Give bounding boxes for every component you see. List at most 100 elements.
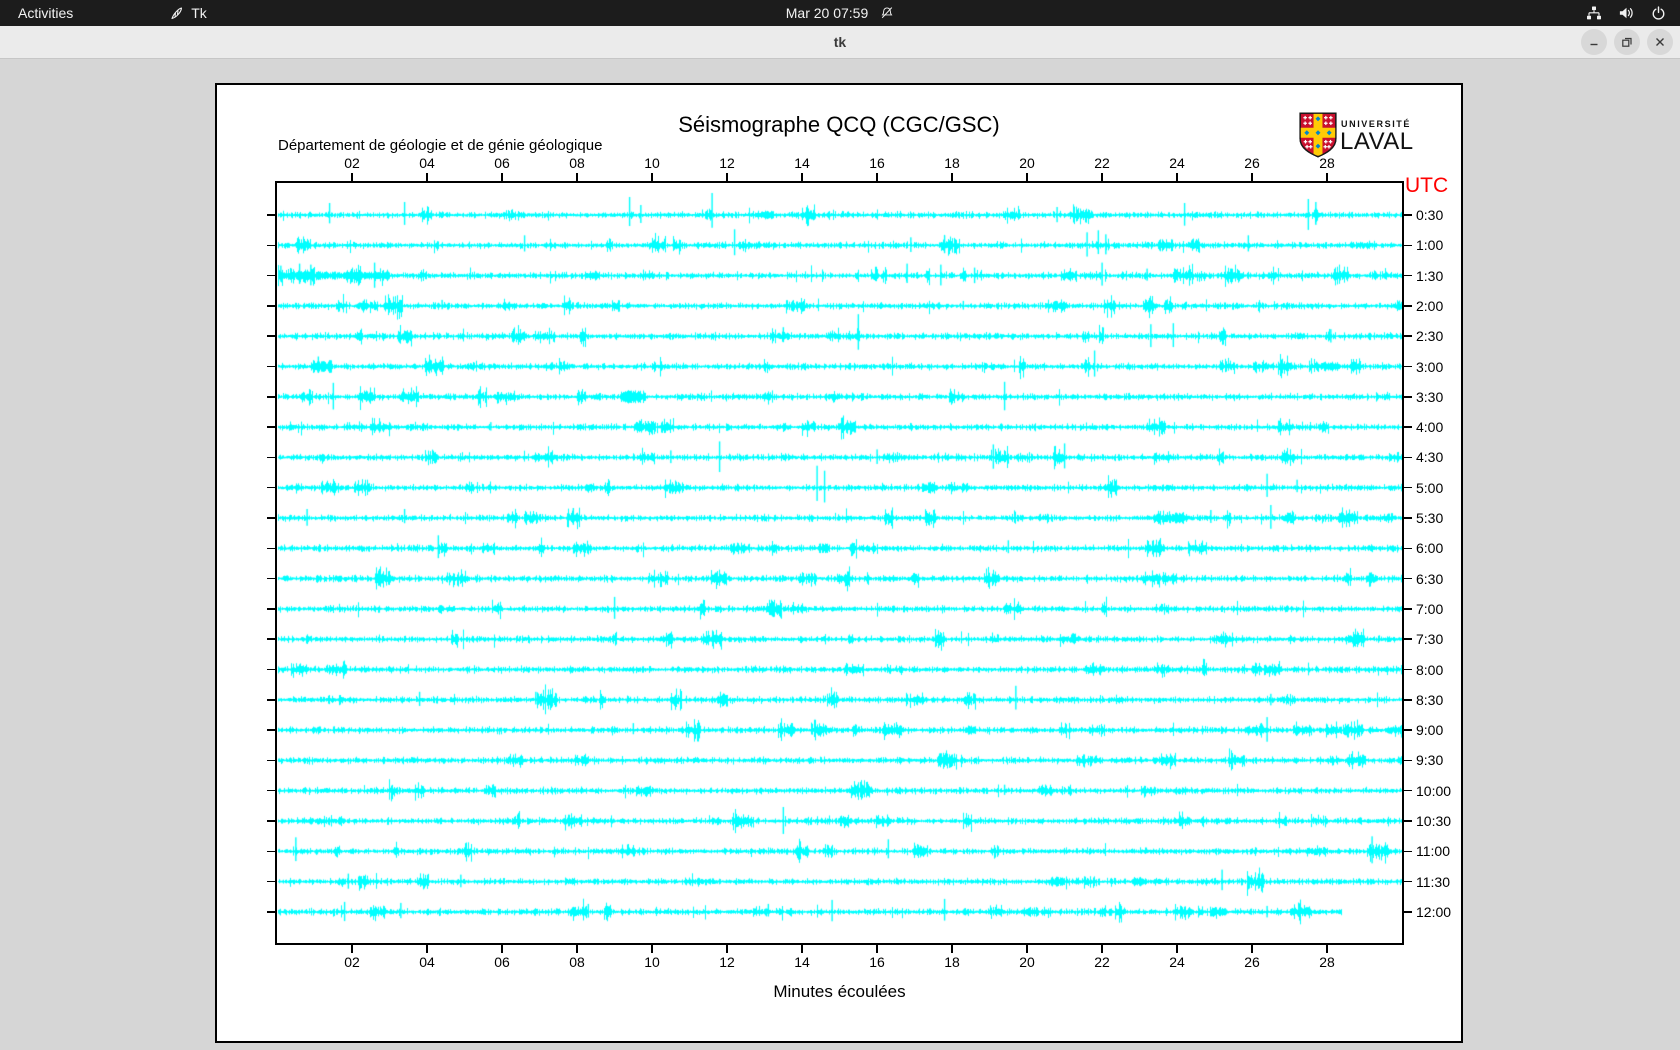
x-tick-label: 14	[785, 955, 819, 970]
power-icon[interactable]	[1651, 6, 1666, 21]
row-label: 1:30	[1416, 267, 1443, 285]
row-tick	[267, 760, 275, 762]
network-icon[interactable]	[1586, 5, 1602, 21]
seismogram-canvas	[277, 183, 1402, 943]
row-label: 1:00	[1416, 236, 1443, 254]
row-label: 4:30	[1416, 448, 1443, 466]
row-label: 2:30	[1416, 327, 1443, 345]
gnome-top-bar: Activities Tk Mar 20 07:59	[0, 0, 1680, 26]
x-tick-label: 26	[1235, 955, 1269, 970]
row-tick	[267, 275, 275, 277]
x-tick-label: 22	[1085, 156, 1119, 171]
row-label: 5:00	[1416, 479, 1443, 497]
x-tick-label: 16	[860, 955, 894, 970]
row-tick	[1404, 426, 1412, 428]
x-tick-mark	[1176, 945, 1178, 953]
x-tick-mark	[1026, 173, 1028, 181]
row-tick	[267, 245, 275, 247]
row-tick	[267, 638, 275, 640]
x-tick-label: 10	[635, 955, 669, 970]
row-tick	[1404, 669, 1412, 671]
x-tick-mark	[351, 945, 353, 953]
row-label: 11:00	[1416, 842, 1450, 860]
x-tick-label: 12	[710, 955, 744, 970]
laval-shield-icon	[1299, 112, 1337, 158]
x-tick-mark	[801, 173, 803, 181]
row-tick	[1404, 487, 1412, 489]
x-tick-mark	[1326, 173, 1328, 181]
row-label: 10:00	[1416, 782, 1451, 800]
x-tick-label: 22	[1085, 955, 1119, 970]
x-axis-title: Minutes écoulées	[277, 982, 1402, 1002]
volume-icon[interactable]	[1618, 5, 1635, 21]
x-tick-label: 18	[935, 156, 969, 171]
x-tick-mark	[726, 173, 728, 181]
row-tick	[1404, 911, 1412, 913]
row-tick	[1404, 638, 1412, 640]
row-label: 12:00	[1416, 903, 1451, 921]
plot-title: Séismographe QCQ (CGC/GSC)	[217, 112, 1461, 138]
row-tick	[1404, 214, 1412, 216]
row-tick	[267, 578, 275, 580]
row-tick	[267, 881, 275, 883]
x-tick-label: 16	[860, 156, 894, 171]
plot-area	[275, 181, 1404, 945]
row-tick	[1404, 275, 1412, 277]
row-label: 9:00	[1416, 721, 1443, 739]
seismograph-panel: Département de géologie et de génie géol…	[215, 83, 1463, 1043]
row-tick	[267, 487, 275, 489]
row-tick	[267, 426, 275, 428]
x-tick-mark	[501, 945, 503, 953]
minimize-button[interactable]	[1581, 29, 1607, 55]
row-label: 4:00	[1416, 418, 1443, 436]
x-tick-mark	[1326, 945, 1328, 953]
x-tick-mark	[1251, 173, 1253, 181]
row-label: 7:00	[1416, 600, 1443, 618]
x-tick-label: 12	[710, 156, 744, 171]
x-tick-mark	[651, 173, 653, 181]
row-tick	[267, 851, 275, 853]
row-tick	[267, 669, 275, 671]
row-tick	[1404, 729, 1412, 731]
x-tick-label: 10	[635, 156, 669, 171]
row-label: 8:00	[1416, 661, 1443, 679]
row-tick	[1404, 366, 1412, 368]
x-tick-mark	[1176, 173, 1178, 181]
header-line-1: Département de géologie et de génie géol…	[278, 136, 602, 155]
x-tick-label: 06	[485, 955, 519, 970]
row-tick	[1404, 396, 1412, 398]
x-tick-mark	[951, 945, 953, 953]
x-tick-label: 08	[560, 955, 594, 970]
row-tick	[267, 214, 275, 216]
x-tick-label: 08	[560, 156, 594, 171]
row-tick	[1404, 517, 1412, 519]
row-tick	[267, 699, 275, 701]
x-tick-mark	[726, 945, 728, 953]
row-tick	[267, 457, 275, 459]
row-tick	[267, 729, 275, 731]
x-tick-mark	[1026, 945, 1028, 953]
row-tick	[267, 396, 275, 398]
clock-label[interactable]: Mar 20 07:59	[786, 5, 869, 21]
row-tick	[1404, 699, 1412, 701]
row-tick	[267, 548, 275, 550]
row-tick	[267, 790, 275, 792]
x-tick-label: 02	[335, 156, 369, 171]
restore-icon	[1621, 36, 1633, 48]
x-tick-label: 14	[785, 156, 819, 171]
x-tick-mark	[576, 173, 578, 181]
x-tick-mark	[426, 945, 428, 953]
x-tick-mark	[351, 173, 353, 181]
close-button[interactable]	[1647, 29, 1673, 55]
x-tick-mark	[426, 173, 428, 181]
x-tick-label: 18	[935, 955, 969, 970]
maximize-button[interactable]	[1614, 29, 1640, 55]
x-tick-label: 24	[1160, 955, 1194, 970]
minimize-icon	[1588, 36, 1600, 48]
row-label: 8:30	[1416, 691, 1443, 709]
row-label: 11:30	[1416, 873, 1450, 891]
row-tick	[1404, 335, 1412, 337]
x-tick-label: 24	[1160, 156, 1194, 171]
row-tick	[267, 608, 275, 610]
row-label: 3:30	[1416, 388, 1443, 406]
